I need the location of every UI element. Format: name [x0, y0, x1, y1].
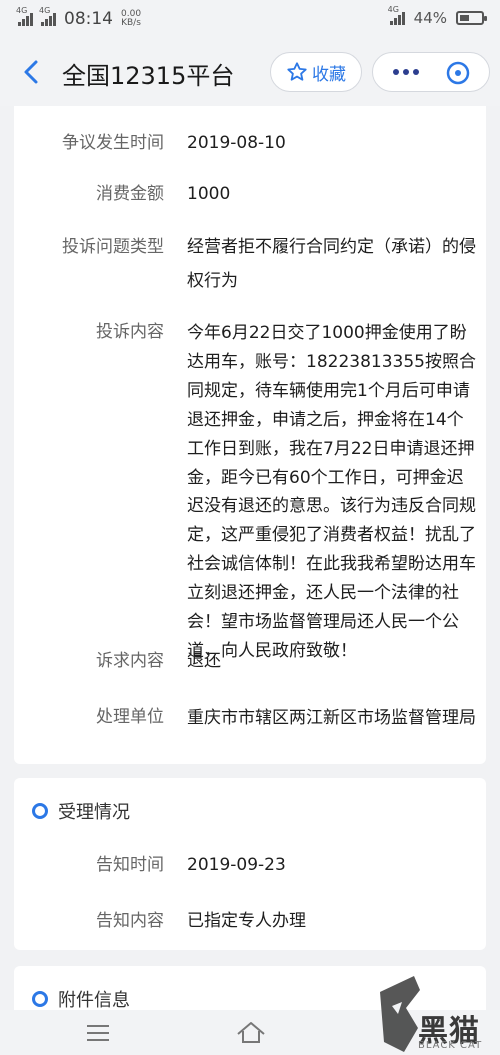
watermark-subtext: BLACK CAT [418, 1040, 483, 1051]
section-dot-icon [32, 991, 48, 1007]
close-miniprogram-icon[interactable] [445, 60, 471, 86]
complaint-details-card: 争议发生时间 2019-08-10 消费金额 1000 投诉问题类型 经营者拒不… [14, 106, 486, 764]
status-bar: 4G 4G 08:14 0.00 KB/s 4G 44% [0, 0, 500, 38]
battery-percent: 44% [413, 9, 447, 27]
detail-value: 重庆市市辖区两江新区市场监督管理局 [187, 708, 476, 728]
signal-right-icon: 4G [388, 5, 405, 25]
detail-value: 2019-09-23 [187, 855, 286, 875]
status-left: 4G 4G 08:14 0.00 KB/s [16, 6, 141, 29]
detail-value: 今年6月22日交了1000押金使用了盼达用车，账号：18223813355按照合… [187, 323, 476, 661]
detail-value: 已指定专人办理 [187, 911, 306, 931]
network-1-label: 4G [16, 6, 28, 15]
section-dot-icon [32, 803, 48, 819]
menu-icon[interactable] [86, 1023, 110, 1043]
nav-bar: 全国12315平台 收藏 [0, 38, 500, 106]
section-title: 受理情况 [58, 802, 130, 823]
detail-value: 经营者拒不履行合同约定（承诺）的侵权行为 [187, 237, 476, 291]
detail-label: 消费金额 [96, 184, 164, 204]
network-right-label: 4G [387, 5, 399, 14]
battery-level [460, 15, 469, 21]
more-dots-icon[interactable] [391, 63, 421, 81]
detail-value: 退还 [187, 651, 221, 671]
detail-value: 1000 [187, 184, 231, 204]
detail-label: 告知内容 [96, 911, 164, 931]
home-icon[interactable] [235, 1018, 267, 1046]
detail-label: 诉求内容 [96, 651, 164, 671]
signal-1-icon: 4G [16, 6, 33, 26]
page-title: 全国12315平台 [62, 62, 235, 90]
back-arrow-icon[interactable] [18, 58, 46, 86]
detail-label: 争议发生时间 [62, 133, 164, 153]
detail-value: 2019-08-10 [187, 133, 286, 153]
acceptance-header: 受理情况 [32, 798, 130, 824]
section-title: 附件信息 [58, 990, 130, 1011]
network-speed-unit: KB/s [121, 18, 141, 28]
detail-label: 投诉问题类型 [62, 237, 164, 257]
acceptance-card: 受理情况 告知时间 2019-09-23 告知内容 已指定专人办理 [14, 778, 486, 950]
network-speed: 0.00 KB/s [121, 10, 141, 28]
detail-label: 投诉内容 [96, 322, 164, 342]
detail-label: 告知时间 [96, 855, 164, 875]
favorite-button[interactable]: 收藏 [270, 52, 362, 92]
network-2-label: 4G [39, 6, 51, 15]
star-icon [287, 62, 307, 81]
signal-2-icon: 4G [39, 6, 56, 26]
favorite-label: 收藏 [312, 64, 346, 85]
status-right: 4G 44% [388, 5, 487, 27]
miniprogram-capsule [372, 52, 490, 92]
attachments-header: 附件信息 [32, 986, 130, 1012]
battery-icon [456, 11, 487, 25]
clock: 08:14 [64, 9, 113, 29]
detail-label: 处理单位 [96, 707, 164, 727]
